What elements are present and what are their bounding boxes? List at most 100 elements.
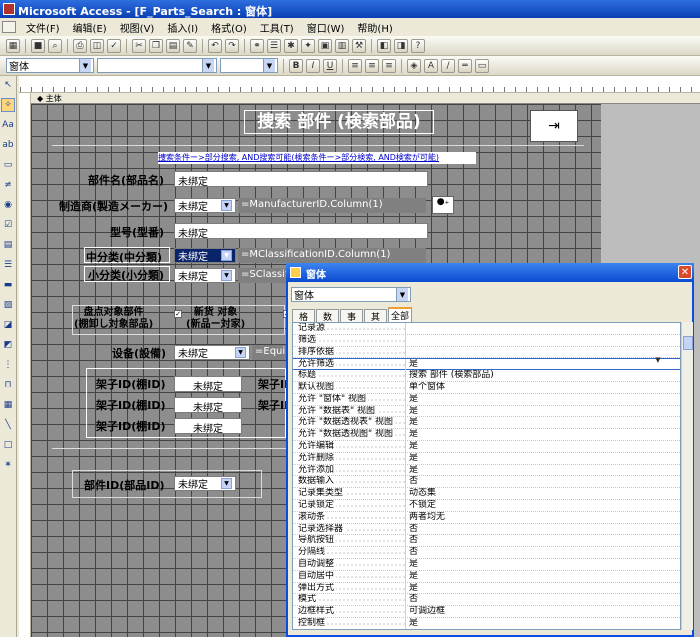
sclass-combo[interactable]: 未绑定 ▼ — [174, 268, 236, 283]
property-row[interactable]: 模式 否 — [293, 594, 680, 607]
subform-tool-icon[interactable]: ▦ — [1, 398, 15, 412]
property-value[interactable]: 可调边框 — [409, 606, 669, 618]
unbound-object-tool-icon[interactable]: ◪ — [1, 318, 15, 332]
tab-format[interactable]: 格式 — [292, 309, 315, 336]
tab-control-tool-icon[interactable]: ⊓ — [1, 378, 15, 392]
bold-button[interactable]: B — [289, 58, 303, 73]
fill-color-icon[interactable]: ◈ — [407, 58, 421, 73]
exit-button[interactable]: ⇥ — [530, 110, 578, 142]
bound-object-tool-icon[interactable]: ◩ — [1, 338, 15, 352]
property-value[interactable]: 是 — [409, 465, 669, 477]
textbox-tool-icon[interactable]: ab — [1, 138, 15, 152]
property-value[interactable]: 是 — [409, 453, 669, 465]
menu-insert[interactable]: 插入(I) — [167, 20, 198, 35]
property-value[interactable]: 否 — [409, 594, 669, 606]
property-row[interactable]: 允许添加 是 — [293, 464, 680, 477]
sclass-name-expr[interactable]: =SClassific — [238, 268, 288, 283]
cut-icon[interactable]: ✂ — [132, 38, 146, 53]
shelf-input-1[interactable]: 未绑定 — [174, 376, 242, 392]
shelf-input-3[interactable]: 未绑定 — [174, 418, 242, 434]
menu-format[interactable]: 格式(O) — [211, 20, 247, 35]
combobox-tool-icon[interactable]: ▤ — [1, 238, 15, 252]
code-icon[interactable]: ▣ — [318, 38, 332, 53]
property-row[interactable]: 控制框 是 — [293, 618, 680, 629]
more-controls-icon[interactable]: ✶ — [1, 458, 15, 472]
property-row[interactable]: 允许删除 是 — [293, 452, 680, 465]
property-value[interactable]: 动态集 — [409, 488, 669, 500]
property-value[interactable]: 是 — [409, 406, 669, 418]
save-icon[interactable]: ■ — [31, 38, 45, 53]
inventory-checkbox[interactable]: ✓ — [174, 310, 182, 318]
equip-combo[interactable]: 未绑定 ▼ — [174, 345, 250, 360]
property-value[interactable]: 是 — [409, 583, 669, 595]
property-object-selector[interactable]: 窗体 ▼ — [291, 287, 411, 302]
copy-icon[interactable]: ❐ — [149, 38, 163, 53]
align-left-icon[interactable]: ≡ — [348, 58, 362, 73]
image-tool-icon[interactable]: ▨ — [1, 298, 15, 312]
line-color-icon[interactable]: ∕ — [441, 58, 455, 73]
option-button-tool-icon[interactable]: ◉ — [1, 198, 15, 212]
add-maker-button[interactable]: ●₊ — [432, 196, 454, 214]
redo-icon[interactable]: ↷ — [225, 38, 239, 53]
close-button[interactable]: ✕ — [678, 265, 692, 279]
property-value[interactable]: 搜索 部件 (検索部品) — [409, 370, 669, 382]
property-row[interactable]: 数据输入 否 — [293, 476, 680, 489]
property-row[interactable]: 排序依据 — [293, 346, 680, 359]
properties-icon[interactable]: ▥ — [335, 38, 349, 53]
property-value[interactable]: 两者均无 — [409, 512, 669, 524]
property-row[interactable]: 默认视图 单个窗体 — [293, 382, 680, 394]
chevron-down-icon[interactable]: ▼ — [652, 356, 664, 366]
property-value[interactable]: 是 — [409, 417, 669, 429]
property-row[interactable]: 导航按钮 否 — [293, 535, 680, 548]
object-selector[interactable]: 窗体 ▼ — [6, 58, 94, 73]
checkbox-tool-icon[interactable]: ☑ — [1, 218, 15, 232]
property-row[interactable]: 分隔线 否 — [293, 547, 680, 559]
search-icon[interactable]: ⌕ — [48, 38, 62, 53]
hyperlink-icon[interactable]: ⚭ — [250, 38, 264, 53]
toggle-button-tool-icon[interactable]: ≠ — [1, 178, 15, 192]
view-icon[interactable]: ▦ — [6, 38, 20, 53]
align-right-icon[interactable]: ≡ — [382, 58, 396, 73]
section-header[interactable]: ◆ 主体 — [31, 93, 700, 104]
property-value[interactable]: 否 — [409, 476, 669, 488]
tab-all[interactable]: 全部 — [388, 307, 412, 322]
database-window-icon[interactable]: ◧ — [377, 38, 391, 53]
menu-tools[interactable]: 工具(T) — [260, 20, 294, 35]
menu-edit[interactable]: 编辑(E) — [73, 20, 107, 35]
mclass-combo[interactable]: 未绑定 ▼ — [174, 248, 236, 263]
font-name-combo[interactable]: ▼ — [97, 58, 217, 73]
property-row[interactable]: 记录集类型 动态集 — [293, 488, 680, 500]
property-row[interactable]: 弹出方式 是 — [293, 582, 680, 595]
format-painter-icon[interactable]: ✎ — [183, 38, 197, 53]
property-value[interactable]: 否 — [409, 547, 669, 559]
tab-data[interactable]: 数据 — [316, 309, 339, 336]
maker-combo[interactable]: 未绑定 ▼ — [174, 198, 236, 213]
help-icon[interactable]: ? — [411, 38, 425, 53]
menu-view[interactable]: 视图(V) — [120, 20, 155, 35]
property-row[interactable]: 标题 搜索 部件 (検索部品) — [293, 370, 680, 382]
property-row[interactable]: 允许 "数据透视图" 视图 是 — [293, 429, 680, 441]
page-break-tool-icon[interactable]: ⋮ — [1, 358, 15, 372]
property-value[interactable]: 是 — [409, 559, 669, 571]
property-row[interactable]: 自动调整 是 — [293, 559, 680, 571]
partname-input[interactable]: 未绑定 — [174, 171, 428, 187]
font-color-icon[interactable]: A — [424, 58, 438, 73]
property-value[interactable]: 单个窗体 — [409, 382, 669, 394]
label-tool-icon[interactable]: Aa — [1, 118, 15, 132]
property-row[interactable]: 自动居中 是 — [293, 570, 680, 583]
property-scrollbar[interactable] — [681, 322, 693, 630]
property-value[interactable]: 是 — [409, 618, 669, 629]
listbox-tool-icon[interactable]: ☰ — [1, 258, 15, 272]
spelling-icon[interactable]: ✓ — [107, 38, 121, 53]
special-effect-icon[interactable]: ▭ — [475, 58, 489, 73]
property-value[interactable]: 否 — [409, 524, 669, 536]
rectangle-tool-icon[interactable]: □ — [1, 438, 15, 452]
command-button-tool-icon[interactable]: ▬ — [1, 278, 15, 292]
equip-name-expr[interactable]: =Equip — [252, 345, 286, 360]
property-sheet-titlebar[interactable]: 窗体 — [286, 263, 694, 282]
property-row[interactable]: 边框样式 可调边框 — [293, 606, 680, 618]
line-tool-icon[interactable]: ╲ — [1, 418, 15, 432]
menu-help[interactable]: 帮助(H) — [357, 20, 392, 35]
property-row[interactable]: 滚动条 两者均无 — [293, 511, 680, 524]
new-object-icon[interactable]: ◨ — [394, 38, 408, 53]
